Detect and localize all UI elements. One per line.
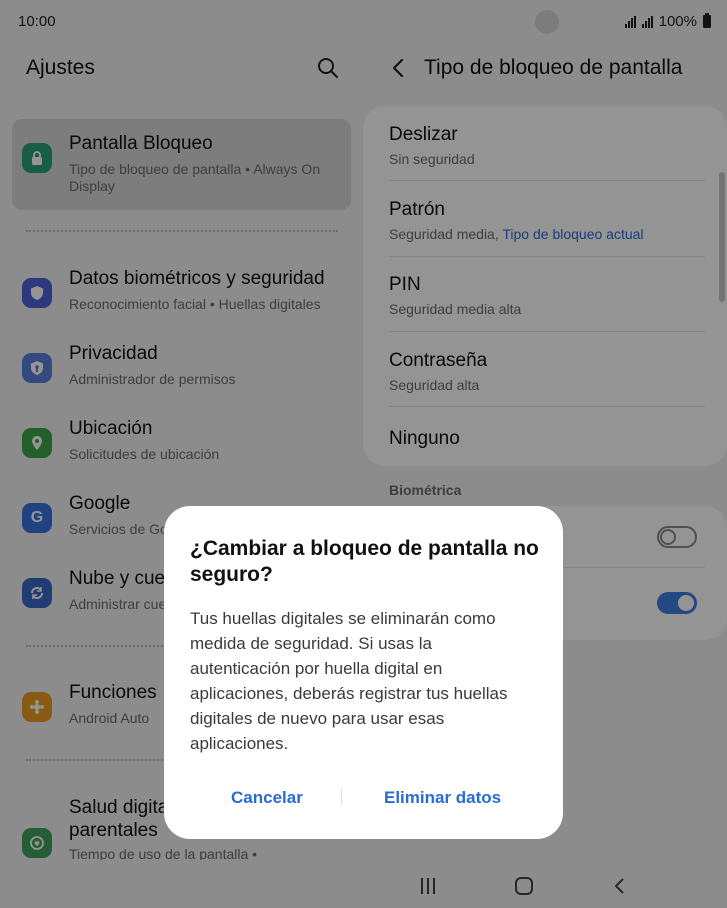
dialog-body: Tus huellas digitales se eliminarán como… xyxy=(190,609,508,753)
dialog-title: ¿Cambiar a bloqueo de pantalla no seguro… xyxy=(190,537,539,586)
button-separator xyxy=(341,789,342,806)
delete-data-button[interactable]: Eliminar datos xyxy=(384,788,501,808)
screen: 10:00 100% Ajustes Pantalla Bloqueo Tipo… xyxy=(0,0,727,908)
cancel-button[interactable]: Cancelar xyxy=(231,788,303,808)
confirm-dialog: ¿Cambiar a bloqueo de pantalla no seguro… xyxy=(164,506,563,839)
